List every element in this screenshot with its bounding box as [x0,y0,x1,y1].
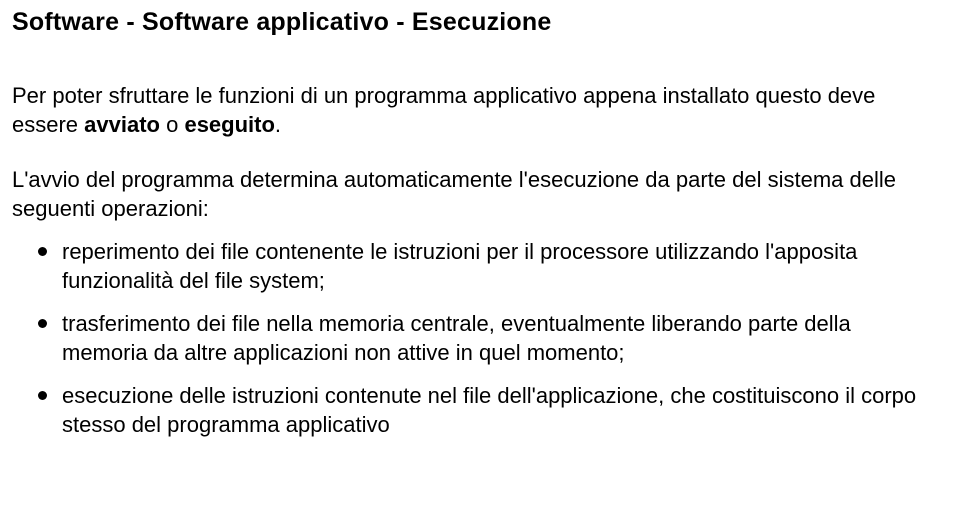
bullet-list: reperimento dei file contenente le istru… [12,237,932,439]
intro-bold-avviato: avviato [84,112,160,137]
intro-text-middle: o [160,112,184,137]
lead-paragraph: L'avvio del programma determina automati… [12,165,932,223]
list-item: reperimento dei file contenente le istru… [38,237,932,295]
document-page: Software - Software applicativo - Esecuz… [0,0,960,517]
intro-text-post: . [275,112,281,137]
list-item: trasferimento dei file nella memoria cen… [38,309,932,367]
list-item: esecuzione delle istruzioni contenute ne… [38,381,932,439]
bullet-text: esecuzione delle istruzioni contenute ne… [62,383,916,437]
intro-bold-eseguito: eseguito [184,112,274,137]
intro-paragraph: Per poter sfruttare le funzioni di un pr… [12,81,932,139]
page-title: Software - Software applicativo - Esecuz… [12,8,932,37]
bullet-text: reperimento dei file contenente le istru… [62,239,857,293]
bullet-text: trasferimento dei file nella memoria cen… [62,311,851,365]
